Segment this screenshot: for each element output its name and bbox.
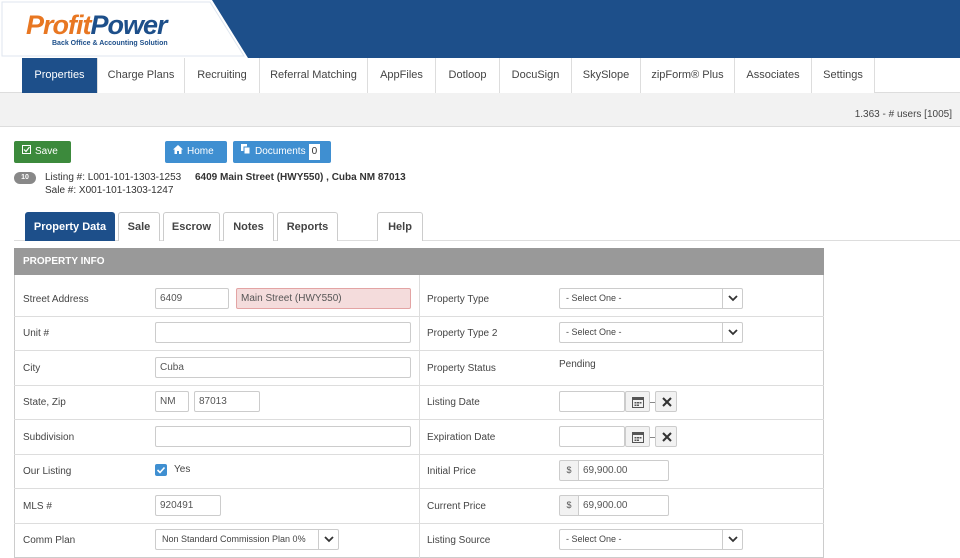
comm-plan-select[interactable]: Non Standard Commission Plan 0% (155, 529, 339, 550)
listing-date-input[interactable] (559, 391, 625, 412)
zip-input[interactable]: 87013 (194, 391, 260, 412)
logo-tagline: Back Office & Accounting Solution (52, 40, 168, 47)
documents-count-badge: 0 (308, 144, 321, 160)
property-address-heading: 6409 Main Street (HWY550) , Cuba NM 8701… (195, 172, 406, 183)
row-divider (14, 454, 824, 455)
nav-settings[interactable]: Settings (812, 58, 875, 93)
property-type-select[interactable]: - Select One - (559, 288, 743, 309)
nav-docusign[interactable]: DocuSign (500, 58, 572, 93)
row-divider (14, 385, 824, 386)
property-type-label: Property Type (427, 294, 490, 305)
property-type-value: - Select One - (566, 293, 622, 303)
row-divider (14, 488, 824, 489)
logo-wordmark: ProfitPower (26, 10, 168, 40)
tab-sale[interactable]: Sale (118, 212, 160, 241)
current-price-input[interactable]: 69,900.00 (578, 495, 669, 516)
tab-property-data[interactable]: Property Data (25, 212, 115, 241)
tab-reports[interactable]: Reports (277, 212, 338, 241)
chevron-down-icon (722, 323, 742, 342)
home-label: Home (187, 146, 214, 157)
main-nav: Properties Charge Plans Recruiting Refer… (0, 58, 960, 93)
listing-source-label: Listing Source (427, 535, 491, 546)
city-label: City (23, 363, 41, 374)
initial-price-label: Initial Price (427, 466, 476, 477)
chevron-down-icon (318, 530, 338, 549)
nav-recruiting[interactable]: Recruiting (185, 58, 260, 93)
row-divider (14, 419, 824, 420)
property-type-2-select[interactable]: - Select One - (559, 322, 743, 343)
home-icon (173, 141, 183, 163)
save-label: Save (35, 146, 58, 157)
calendar-icon[interactable] (625, 426, 650, 447)
section-title: PROPERTY INFO (14, 248, 824, 275)
column-divider (419, 275, 420, 558)
listing-source-select[interactable]: - Select One - (559, 529, 743, 550)
mls-input[interactable]: 920491 (155, 495, 221, 516)
state-zip-label: State, Zip (23, 397, 66, 408)
check-square-icon (22, 141, 31, 163)
nav-referral-matching[interactable]: Referral Matching (260, 58, 368, 93)
listing-date-label: Listing Date (427, 397, 480, 408)
mls-label: MLS # (23, 501, 52, 512)
comm-plan-value: Non Standard Commission Plan 0% (162, 534, 306, 544)
sale-number: Sale #: X001-101-1303-1247 (45, 185, 174, 196)
home-button[interactable]: Home (165, 141, 227, 163)
subdivision-label: Subdivision (23, 432, 75, 443)
tab-help[interactable]: Help (377, 212, 423, 241)
nav-zipform-plus[interactable]: zipForm® Plus (641, 58, 735, 93)
row-divider (14, 523, 824, 524)
currency-addon: $ (559, 460, 579, 481)
clear-icon[interactable] (655, 391, 677, 412)
row-divider (14, 350, 824, 351)
listing-number: Listing #: L001-101-1303-1253 (45, 172, 182, 183)
current-price-label: Current Price (427, 501, 486, 512)
nav-skyslope[interactable]: SkySlope (572, 58, 641, 93)
property-type-2-label: Property Type 2 (427, 328, 498, 339)
nav-dotloop[interactable]: Dotloop (436, 58, 500, 93)
chevron-down-icon (722, 530, 742, 549)
chevron-down-icon (722, 289, 742, 308)
app-header: ProfitPower Back Office & Accounting Sol… (0, 0, 960, 58)
documents-button[interactable]: Documents 0 (233, 141, 331, 163)
calendar-icon[interactable] (625, 391, 650, 412)
nav-associates[interactable]: Associates (735, 58, 812, 93)
tab-escrow[interactable]: Escrow (163, 212, 220, 241)
unit-input[interactable] (155, 322, 411, 343)
record-badge: 10 (14, 172, 36, 184)
expiration-date-input[interactable] (559, 426, 625, 447)
street-address-label: Street Address (23, 294, 89, 305)
street-name-input[interactable]: Main Street (HWY550) (236, 288, 411, 309)
initial-price-input[interactable]: 69,900.00 (578, 460, 669, 481)
expiration-date-label: Expiration Date (427, 432, 496, 443)
currency-addon: $ (559, 495, 579, 516)
users-count: 1.363 - # users [1005] (854, 109, 952, 120)
property-type-2-value: - Select One - (566, 327, 622, 337)
documents-label: Documents (255, 146, 306, 157)
unit-label: Unit # (23, 328, 50, 339)
status-bar: 1.363 - # users [1005] (0, 93, 960, 127)
comm-plan-label: Comm Plan (23, 535, 76, 546)
row-divider (14, 316, 824, 317)
our-listing-label: Our Listing (23, 466, 72, 477)
city-input[interactable]: Cuba (155, 357, 411, 378)
save-button[interactable]: Save (14, 141, 71, 163)
listing-source-value: - Select One - (566, 534, 622, 544)
tab-notes[interactable]: Notes (223, 212, 274, 241)
clear-icon[interactable] (655, 426, 677, 447)
check-icon (156, 466, 166, 474)
street-number-input[interactable]: 6409 (155, 288, 229, 309)
property-status-label: Property Status (427, 363, 496, 374)
state-input[interactable]: NM (155, 391, 189, 412)
logo[interactable]: ProfitPower Back Office & Accounting Sol… (0, 0, 248, 58)
nav-properties[interactable]: Properties (22, 58, 98, 93)
subdivision-input[interactable] (155, 426, 411, 447)
documents-icon (241, 141, 251, 163)
our-listing-checkbox[interactable] (155, 464, 167, 476)
nav-charge-plans[interactable]: Charge Plans (98, 58, 185, 93)
nav-appfiles[interactable]: AppFiles (368, 58, 436, 93)
our-listing-value: Yes (174, 464, 191, 475)
property-status-value: Pending (559, 359, 596, 370)
